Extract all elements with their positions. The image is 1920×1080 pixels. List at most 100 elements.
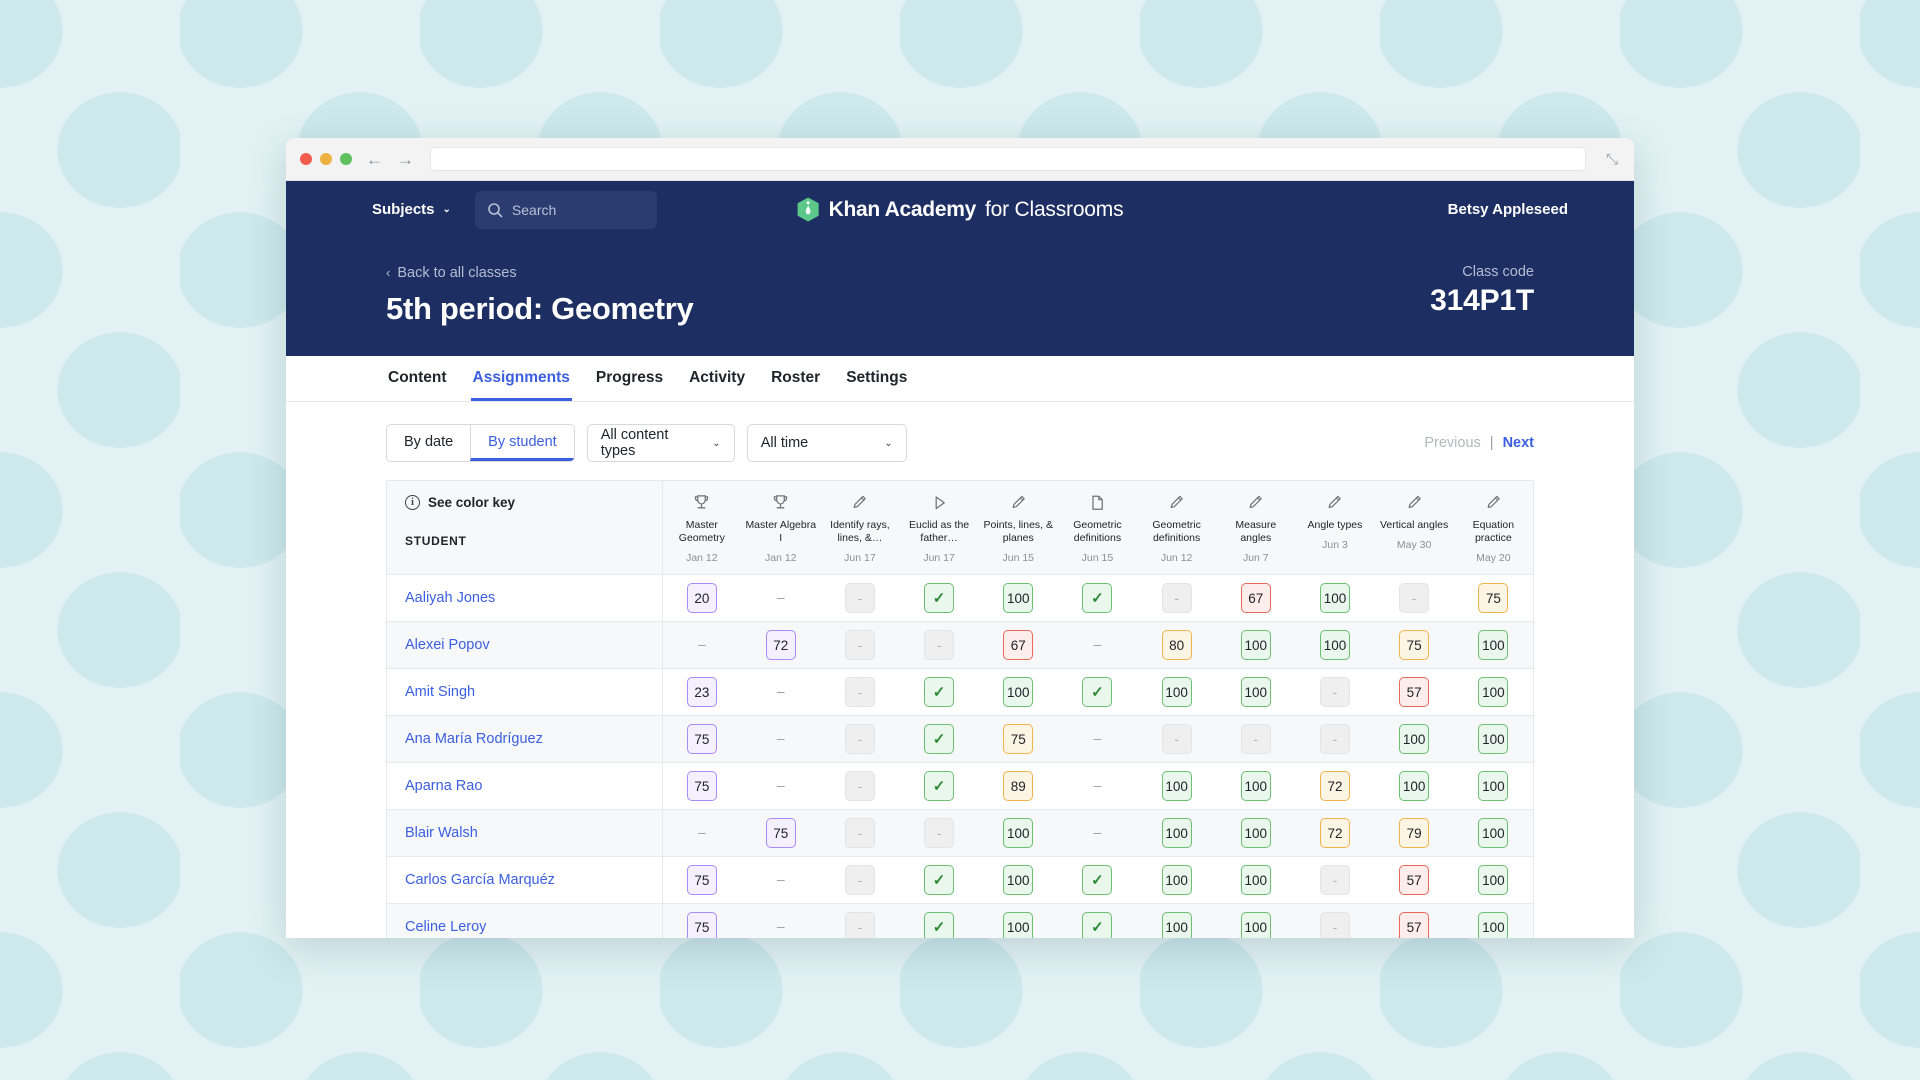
- score-chip[interactable]: 100: [1478, 912, 1509, 938]
- assignment-column-header[interactable]: Equation practice May 20: [1453, 481, 1533, 576]
- score-chip[interactable]: 100: [1003, 865, 1034, 896]
- score-chip[interactable]: 89: [1003, 771, 1034, 802]
- score-chip[interactable]: 100: [1240, 630, 1271, 661]
- tab-progress[interactable]: Progress: [594, 369, 665, 401]
- student-link[interactable]: Celine Leroy: [405, 919, 486, 935]
- score-chip[interactable]: -: [844, 912, 875, 938]
- score-chip[interactable]: 67: [1240, 583, 1271, 614]
- assignment-column-header[interactable]: Master Algebra I Jan 12: [741, 481, 821, 576]
- see-color-key-button[interactable]: i See color key: [405, 495, 662, 510]
- score-chip[interactable]: 72: [1319, 818, 1350, 849]
- score-chip[interactable]: 100: [1003, 583, 1034, 614]
- score-chip[interactable]: 100: [1478, 818, 1509, 849]
- score-chip[interactable]: -: [1161, 724, 1192, 755]
- tab-content[interactable]: Content: [386, 369, 449, 401]
- assignment-column-header[interactable]: Points, lines, & planes Jun 15: [978, 481, 1058, 576]
- student-link[interactable]: Amit Singh: [405, 684, 475, 700]
- score-chip[interactable]: 80: [1161, 630, 1192, 661]
- student-link[interactable]: Aparna Rao: [405, 778, 482, 794]
- score-chip[interactable]: 75: [1399, 630, 1430, 661]
- score-chip[interactable]: -: [844, 771, 875, 802]
- score-chip-complete[interactable]: ✓: [1082, 677, 1113, 708]
- score-chip[interactable]: 100: [1478, 771, 1509, 802]
- next-page-button[interactable]: Next: [1503, 435, 1534, 451]
- score-chip-complete[interactable]: ✓: [924, 865, 955, 896]
- score-chip[interactable]: 100: [1478, 865, 1509, 896]
- score-chip[interactable]: 100: [1240, 771, 1271, 802]
- score-chip[interactable]: 79: [1399, 818, 1430, 849]
- score-chip-complete[interactable]: ✓: [924, 677, 955, 708]
- assignment-column-header[interactable]: Geometric definitions Jun 15: [1057, 481, 1138, 576]
- score-chip[interactable]: -: [1319, 912, 1350, 938]
- score-chip[interactable]: 23: [686, 677, 717, 708]
- score-chip[interactable]: -: [924, 630, 955, 661]
- score-chip[interactable]: -: [844, 630, 875, 661]
- by-student-button[interactable]: By student: [470, 425, 574, 461]
- score-chip-complete[interactable]: ✓: [924, 583, 955, 614]
- score-chip[interactable]: 100: [1478, 630, 1509, 661]
- score-chip[interactable]: 72: [765, 630, 796, 661]
- brand-logo[interactable]: Khan Academy for Classrooms: [797, 197, 1124, 222]
- by-date-button[interactable]: By date: [387, 425, 471, 461]
- previous-page-button[interactable]: Previous: [1424, 435, 1480, 451]
- assignment-column-header[interactable]: Geometric definitions Jun 12: [1137, 481, 1217, 576]
- score-chip[interactable]: 72: [1319, 771, 1350, 802]
- score-chip[interactable]: 100: [1240, 818, 1271, 849]
- score-chip[interactable]: 100: [1240, 912, 1271, 938]
- score-chip[interactable]: 100: [1003, 818, 1034, 849]
- tab-activity[interactable]: Activity: [687, 369, 747, 401]
- subjects-menu-button[interactable]: Subjects ⌄: [372, 201, 451, 218]
- student-link[interactable]: Ana María Rodríguez: [405, 731, 543, 747]
- score-chip[interactable]: -: [1319, 865, 1350, 896]
- score-chip[interactable]: 100: [1478, 724, 1509, 755]
- score-chip[interactable]: 75: [1478, 583, 1509, 614]
- time-range-select[interactable]: All time ⌄: [746, 424, 907, 462]
- maximize-window-button[interactable]: [340, 153, 352, 165]
- user-account-button[interactable]: Betsy Appleseed: [1448, 201, 1610, 218]
- score-chip[interactable]: -: [1399, 583, 1430, 614]
- score-chip[interactable]: -: [1319, 724, 1350, 755]
- score-chip[interactable]: 75: [686, 912, 717, 938]
- back-arrow-icon[interactable]: ←: [366, 151, 383, 168]
- score-chip[interactable]: 57: [1399, 865, 1430, 896]
- assignment-column-header[interactable]: Measure angles Jun 7: [1216, 481, 1296, 576]
- score-chip[interactable]: -: [1240, 724, 1271, 755]
- score-chip[interactable]: 100: [1003, 912, 1034, 938]
- score-chip[interactable]: -: [844, 818, 875, 849]
- score-chip-complete[interactable]: ✓: [924, 771, 955, 802]
- score-chip[interactable]: 100: [1240, 865, 1271, 896]
- score-chip[interactable]: 100: [1161, 912, 1192, 938]
- score-chip[interactable]: 100: [1240, 677, 1271, 708]
- score-chip[interactable]: 100: [1161, 677, 1192, 708]
- score-chip[interactable]: -: [1161, 583, 1192, 614]
- assignment-column-header[interactable]: Vertical angles May 30: [1374, 481, 1454, 576]
- score-chip[interactable]: -: [844, 724, 875, 755]
- score-chip[interactable]: 67: [1003, 630, 1034, 661]
- score-chip-complete[interactable]: ✓: [1082, 865, 1113, 896]
- score-chip[interactable]: -: [1319, 677, 1350, 708]
- score-chip[interactable]: 100: [1161, 818, 1192, 849]
- assignment-column-header[interactable]: Identify rays, lines, &… Jun 17: [820, 481, 900, 576]
- assignment-column-header[interactable]: Master Geometry Jan 12: [662, 481, 742, 576]
- score-chip-complete[interactable]: ✓: [924, 912, 955, 938]
- forward-arrow-icon[interactable]: →: [397, 151, 414, 168]
- score-chip[interactable]: 100: [1399, 724, 1430, 755]
- score-chip[interactable]: 20: [686, 583, 717, 614]
- tab-roster[interactable]: Roster: [769, 369, 822, 401]
- score-chip[interactable]: -: [924, 818, 955, 849]
- student-link[interactable]: Blair Walsh: [405, 825, 478, 841]
- student-link[interactable]: Aaliyah Jones: [405, 590, 495, 606]
- close-window-button[interactable]: [300, 153, 312, 165]
- content-type-select[interactable]: All content types ⌄: [586, 424, 735, 462]
- score-chip[interactable]: 100: [1399, 771, 1430, 802]
- tab-assignments[interactable]: Assignments: [470, 369, 572, 401]
- score-chip-complete[interactable]: ✓: [1082, 912, 1113, 938]
- score-chip[interactable]: 57: [1399, 677, 1430, 708]
- url-input[interactable]: [430, 147, 1586, 171]
- score-chip[interactable]: 75: [1003, 724, 1034, 755]
- tab-settings[interactable]: Settings: [844, 369, 909, 401]
- score-chip[interactable]: 100: [1319, 630, 1350, 661]
- score-chip[interactable]: -: [844, 583, 875, 614]
- score-chip[interactable]: 75: [686, 865, 717, 896]
- assignment-column-header[interactable]: Angle types Jun 3: [1295, 481, 1375, 576]
